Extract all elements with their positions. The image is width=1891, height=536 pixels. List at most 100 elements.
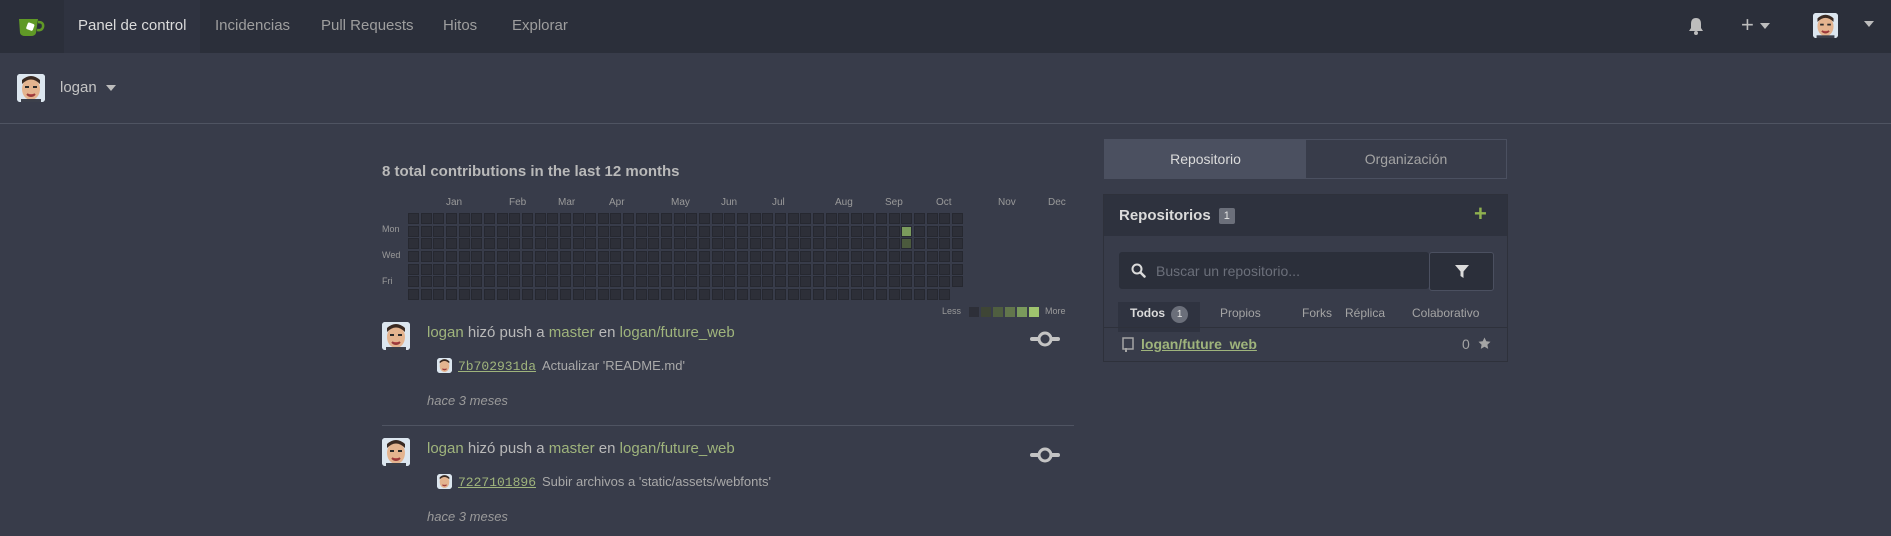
heatmap-day-cell[interactable]: [458, 288, 470, 300]
heatmap-day-cell[interactable]: [483, 238, 495, 250]
heatmap-day-cell[interactable]: [800, 250, 812, 262]
heatmap-day-cell[interactable]: [408, 238, 419, 250]
heatmap-day-cell[interactable]: [838, 276, 850, 288]
heatmap-day-cell[interactable]: [699, 225, 710, 237]
heatmap-day-cell[interactable]: [648, 263, 660, 275]
heatmap-day-cell[interactable]: [623, 288, 634, 300]
heatmap-day-cell[interactable]: [749, 288, 761, 300]
heatmap-day-cell[interactable]: [926, 238, 938, 250]
heatmap-day-cell[interactable]: [585, 225, 597, 237]
heatmap-day-cell[interactable]: [711, 225, 723, 237]
heatmap-day-cell[interactable]: [496, 238, 508, 250]
heatmap-day-cell[interactable]: [724, 225, 736, 237]
heatmap-day-cell[interactable]: [572, 238, 584, 250]
heatmap-day-cell[interactable]: [534, 213, 546, 224]
heatmap-day-cell[interactable]: [509, 238, 521, 250]
feed-repo-link[interactable]: logan/future_web: [620, 324, 735, 341]
heatmap-day-cell[interactable]: [863, 250, 875, 262]
heatmap-day-cell[interactable]: [509, 225, 521, 237]
heatmap-day-cell[interactable]: [711, 276, 723, 288]
heatmap-day-cell[interactable]: [635, 263, 647, 275]
heatmap-day-cell[interactable]: [521, 288, 533, 300]
heatmap-day-cell[interactable]: [547, 213, 559, 224]
heatmap-day-cell[interactable]: [496, 263, 508, 275]
heatmap-day-cell[interactable]: [711, 250, 723, 262]
heatmap-day-cell[interactable]: [661, 288, 672, 300]
heatmap-day-cell[interactable]: [648, 238, 660, 250]
heatmap-day-cell[interactable]: [863, 238, 875, 250]
heatmap-day-cell[interactable]: [585, 288, 597, 300]
heatmap-day-cell[interactable]: [534, 225, 546, 237]
heatmap-day-cell[interactable]: [787, 276, 799, 288]
heatmap-day-cell[interactable]: [901, 250, 913, 262]
heatmap-day-cell[interactable]: [597, 276, 609, 288]
heatmap-day-cell[interactable]: [585, 263, 597, 275]
heatmap-day-cell[interactable]: [838, 238, 850, 250]
heatmap-day-cell[interactable]: [774, 276, 786, 288]
create-new-dropdown[interactable]: +: [1741, 14, 1770, 36]
heatmap-day-cell[interactable]: [774, 238, 786, 250]
heatmap-day-cell[interactable]: [509, 276, 521, 288]
heatmap-day-cell[interactable]: [458, 225, 470, 237]
heatmap-day-cell[interactable]: [838, 213, 850, 224]
heatmap-day-cell[interactable]: [433, 276, 445, 288]
heatmap-day-cell[interactable]: [408, 225, 419, 237]
heatmap-day-cell[interactable]: [673, 238, 685, 250]
heatmap-day-cell[interactable]: [736, 250, 748, 262]
heatmap-day-cell[interactable]: [445, 213, 457, 224]
heatmap-day-cell[interactable]: [914, 238, 925, 250]
heatmap-day-cell[interactable]: [623, 250, 634, 262]
heatmap-day-cell[interactable]: [800, 213, 812, 224]
heatmap-day-cell[interactable]: [648, 250, 660, 262]
heatmap-day-cell[interactable]: [863, 263, 875, 275]
heatmap-day-cell[interactable]: [496, 250, 508, 262]
heatmap-day-cell[interactable]: [408, 213, 419, 224]
heatmap-day-cell[interactable]: [825, 213, 837, 224]
heatmap-day-cell[interactable]: [686, 238, 698, 250]
heatmap-day-cell[interactable]: [812, 213, 824, 224]
heatmap-day-cell[interactable]: [800, 263, 812, 275]
heatmap-day-cell[interactable]: [699, 250, 710, 262]
heatmap-day-cell[interactable]: [559, 213, 571, 224]
feed-branch-link[interactable]: master: [549, 324, 595, 341]
heatmap-day-cell[interactable]: [521, 250, 533, 262]
heatmap-day-cell[interactable]: [483, 250, 495, 262]
heatmap-day-cell[interactable]: [610, 213, 622, 224]
heatmap-day-cell[interactable]: [635, 225, 647, 237]
heatmap-day-cell[interactable]: [787, 225, 799, 237]
heatmap-day-cell[interactable]: [914, 288, 925, 300]
heatmap-day-cell[interactable]: [585, 276, 597, 288]
heatmap-day-cell[interactable]: [648, 288, 660, 300]
heatmap-day-cell[interactable]: [787, 238, 799, 250]
heatmap-day-cell[interactable]: [610, 225, 622, 237]
heatmap-day-cell[interactable]: [623, 213, 634, 224]
heatmap-day-cell[interactable]: [673, 213, 685, 224]
heatmap-day-cell[interactable]: [521, 238, 533, 250]
feed-branch-link[interactable]: master: [549, 440, 595, 457]
heatmap-day-cell[interactable]: [686, 276, 698, 288]
heatmap-day-cell[interactable]: [825, 263, 837, 275]
heatmap-day-cell[interactable]: [661, 225, 672, 237]
heatmap-day-cell[interactable]: [952, 238, 963, 250]
heatmap-day-cell[interactable]: [825, 276, 837, 288]
heatmap-day-cell[interactable]: [585, 250, 597, 262]
heatmap-day-cell[interactable]: [787, 263, 799, 275]
heatmap-day-cell[interactable]: [458, 263, 470, 275]
heatmap-day-cell[interactable]: [420, 238, 432, 250]
heatmap-day-cell[interactable]: [610, 238, 622, 250]
heatmap-day-cell[interactable]: [458, 213, 470, 224]
heatmap-day-cell[interactable]: [762, 250, 774, 262]
heatmap-day-cell[interactable]: [888, 213, 900, 224]
heatmap-day-cell[interactable]: [471, 288, 483, 300]
heatmap-day-cell[interactable]: [736, 276, 748, 288]
heatmap-day-cell[interactable]: [888, 288, 900, 300]
heatmap-day-cell[interactable]: [812, 225, 824, 237]
heatmap-day-cell[interactable]: [699, 276, 710, 288]
heatmap-day-cell[interactable]: [623, 238, 634, 250]
heatmap-day-cell[interactable]: [433, 213, 445, 224]
heatmap-day-cell[interactable]: [876, 288, 887, 300]
heatmap-day-cell[interactable]: [863, 276, 875, 288]
heatmap-day-cell[interactable]: [597, 225, 609, 237]
heatmap-day-cell[interactable]: [547, 250, 559, 262]
heatmap-day-cell[interactable]: [800, 276, 812, 288]
